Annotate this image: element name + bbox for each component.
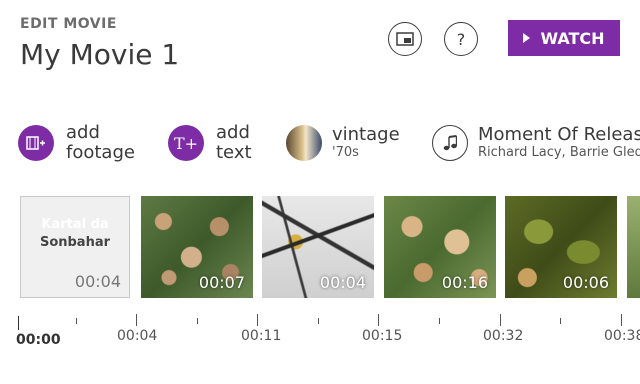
clip-1-duration: 00:07: [198, 273, 245, 292]
add-footage-button[interactable]: add footage: [18, 115, 135, 171]
clip-2-duration: 00:04: [319, 273, 366, 292]
clip-1[interactable]: 00:07: [141, 196, 253, 298]
add-footage-line2: footage: [66, 142, 135, 163]
clip-3-duration: 00:16: [441, 273, 488, 292]
timeline-label: 00:15: [362, 328, 403, 344]
minor-tick: [560, 318, 561, 324]
minor-tick: [318, 318, 319, 324]
add-text-line2: text: [216, 142, 252, 163]
movie-title[interactable]: My Movie 1: [20, 38, 179, 71]
timeline[interactable]: [0, 310, 640, 370]
major-tick: [621, 314, 622, 326]
minor-tick: [76, 318, 77, 324]
style-vintage-button[interactable]: vintage '70s: [286, 115, 400, 171]
timeline-label-current: 00:00: [16, 332, 61, 348]
cast-icon: [396, 32, 414, 46]
timeline-label: 00:04: [117, 328, 158, 344]
timeline-label: 00:38: [604, 328, 640, 344]
title-card-duration: 00:04: [74, 272, 121, 291]
music-artists: Richard Lacy, Barrie Gled: [478, 145, 640, 160]
timeline-label: 00:32: [483, 328, 524, 344]
clip-5-partial[interactable]: [627, 196, 640, 298]
cast-button[interactable]: [388, 22, 422, 56]
title-card-clip[interactable]: Kartal da Sonbahar 00:04: [20, 196, 130, 298]
add-text-line1: add: [216, 122, 250, 143]
music-button[interactable]: Moment Of Release Richard Lacy, Barrie G…: [432, 115, 640, 171]
edit-movie-label: EDIT MOVIE: [20, 16, 117, 32]
add-footage-line1: add: [66, 122, 100, 143]
major-tick: [136, 314, 137, 326]
minor-tick: [197, 318, 198, 324]
major-tick: [257, 314, 258, 326]
timeline-start-tick: [18, 316, 19, 330]
style-thumbnail: [286, 125, 322, 161]
clip-4-duration: 00:06: [562, 273, 609, 292]
help-icon: ?: [456, 29, 466, 49]
add-footage-icon: [18, 125, 54, 161]
timeline-label: 00:11: [241, 328, 282, 344]
style-sub: '70s: [332, 145, 359, 160]
major-tick: [500, 314, 501, 326]
minor-tick: [439, 318, 440, 324]
title-card-line1: Kartal da: [41, 217, 109, 232]
help-button[interactable]: ?: [444, 22, 478, 56]
clip-2[interactable]: 00:04: [262, 196, 374, 298]
watch-button[interactable]: WATCH: [508, 20, 620, 56]
major-tick: [378, 314, 379, 326]
music-note-icon: [432, 125, 468, 161]
clip-3[interactable]: 00:16: [384, 196, 496, 298]
add-text-button[interactable]: T+ add text: [168, 115, 252, 171]
music-title: Moment Of Release: [478, 124, 640, 145]
play-icon: [523, 33, 531, 43]
style-name: vintage: [332, 124, 400, 145]
title-card-line2: Sonbahar: [39, 235, 111, 250]
clip-4[interactable]: 00:06: [505, 196, 617, 298]
watch-label: WATCH: [540, 28, 605, 48]
add-text-icon: T+: [168, 125, 204, 161]
